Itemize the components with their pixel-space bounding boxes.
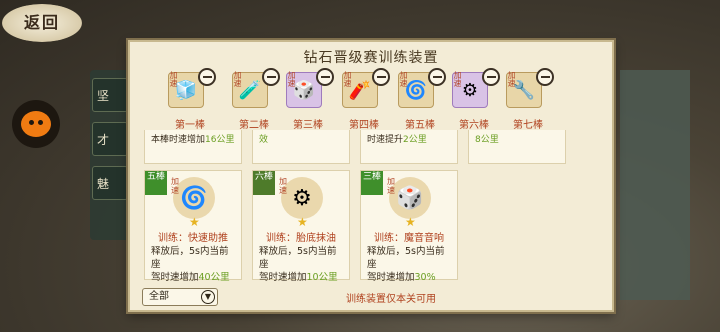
- card-desc: 时速提升: [367, 135, 404, 145]
- training-device-panel: 钻石晋级赛训练装置 🧊 加速 第一棒 🧪 加速 第二棒 🎲 加速 第三棒 🧨 加…: [128, 40, 614, 312]
- slot-6[interactable]: ⚙ 加速 第六棒: [448, 68, 504, 132]
- card-desc-line: 释放后，5s内当前座: [151, 246, 229, 270]
- equipped-slots: 🧊 加速 第一棒 🧪 加速 第二棒 🎲 加速 第三棒 🧨 加速 第四棒 🌀 加速: [142, 68, 604, 132]
- remove-slot-button[interactable]: [316, 68, 334, 86]
- card-partial[interactable]: 8公里: [468, 130, 566, 164]
- slot-5[interactable]: 🌀 加速 第五棒: [394, 68, 450, 132]
- slot-tag: 加速: [287, 71, 296, 87]
- card-desc: 释放后，5s内当前座 驾时速增加40公里: [151, 245, 237, 284]
- card-tag: 加速: [387, 177, 395, 195]
- device-card[interactable]: 六棒 ⚙ 加速 ★ 训练：胎底抹油 释放后，5s内当前座 驾时速增加10公里: [252, 170, 350, 283]
- card-value: 2公里: [403, 135, 427, 145]
- device-card[interactable]: 五棒 🌀 加速 ★ 训练：快速助推 释放后，5s内当前座 驾时速增加40公里: [144, 170, 242, 283]
- slot-tag: 加速: [399, 71, 408, 87]
- card-name: 训练：胎底抹油: [266, 233, 336, 244]
- card-value: 8公里: [475, 135, 499, 145]
- device-card-grid: 本棒时速增加16公里 效 时速提升2公里 8公里 五棒 🌀 加速 ★ 训练：快速…: [142, 130, 604, 284]
- slot-label: 第一棒: [175, 120, 205, 131]
- card-name: 训练：快速助推: [158, 233, 228, 244]
- remove-slot-button[interactable]: [262, 68, 280, 86]
- slot-label: 第五棒: [405, 120, 435, 131]
- baton-ribbon: 五棒: [145, 171, 167, 195]
- filter-selected: 全部: [149, 291, 169, 302]
- footer-note: 训练装置仅本关可用: [346, 294, 436, 305]
- slot-tag: 加速: [507, 71, 516, 87]
- card-value: 效: [259, 135, 269, 145]
- card-tag: 加速: [279, 177, 287, 195]
- card-desc-line: 驾时速增加: [151, 272, 199, 283]
- chevron-down-icon: ▼: [201, 290, 215, 304]
- panel-title: 钻石晋级赛训练装置: [303, 50, 439, 66]
- card-tag: 加速: [171, 177, 179, 195]
- device-card[interactable]: 三棒 🎲 加速 ★ 训练：魔音音响 释放后，5s内当前座 驾时速增加30%: [360, 170, 458, 283]
- slot-tag: 加速: [343, 71, 352, 87]
- star-icon: ★: [405, 215, 416, 229]
- slot-tag: 加速: [233, 71, 242, 87]
- slot-2[interactable]: 🧪 加速 第二棒: [228, 68, 284, 132]
- card-desc: 本棒时速增加: [151, 135, 206, 145]
- background-menu-item: 坚: [92, 78, 128, 112]
- card-partial[interactable]: 时速提升2公里: [360, 130, 458, 164]
- background-menu-item: 魅: [92, 166, 128, 200]
- card-desc-line: 释放后，5s内当前座: [259, 246, 337, 270]
- slot-label: 第六棒: [459, 120, 489, 131]
- card-partial[interactable]: 效: [252, 130, 350, 164]
- slot-label: 第二棒: [239, 120, 269, 131]
- card-desc-line: 释放后，5s内当前座: [367, 246, 445, 270]
- back-button[interactable]: 返回: [2, 4, 82, 42]
- slot-label: 第四棒: [349, 120, 379, 131]
- slot-label: 第七棒: [513, 120, 543, 131]
- card-desc-line: 驾时速增加: [259, 272, 307, 283]
- card-desc: 释放后，5s内当前座 驾时速增加10公里: [259, 245, 345, 284]
- remove-slot-button[interactable]: [536, 68, 554, 86]
- card-value: 30%: [414, 272, 436, 283]
- slot-1[interactable]: 🧊 加速 第一棒: [164, 68, 220, 132]
- remove-slot-button[interactable]: [428, 68, 446, 86]
- slot-3[interactable]: 🎲 加速 第三棒: [282, 68, 338, 132]
- background-menu-item: 才: [92, 122, 128, 156]
- card-desc-line: 驾时速增加: [367, 272, 415, 283]
- card-desc: 释放后，5s内当前座 驾时速增加30%: [367, 245, 453, 284]
- card-value: 10公里: [306, 272, 338, 283]
- star-icon: ★: [189, 215, 200, 229]
- slot-label: 第三棒: [293, 120, 323, 131]
- card-value: 16公里: [205, 135, 235, 145]
- card-name: 训练：魔音音响: [374, 233, 444, 244]
- slot-7[interactable]: 🔧 加速 第七棒: [502, 68, 558, 132]
- pumpkin-icon[interactable]: [12, 100, 60, 148]
- remove-slot-button[interactable]: [482, 68, 500, 86]
- background-right-panel: [620, 70, 690, 300]
- filter-dropdown[interactable]: 全部 ▼: [142, 288, 218, 306]
- baton-ribbon: 六棒: [253, 171, 275, 195]
- slot-tag: 加速: [169, 71, 178, 87]
- card-partial[interactable]: 本棒时速增加16公里: [144, 130, 242, 164]
- slot-4[interactable]: 🧨 加速 第四棒: [338, 68, 394, 132]
- remove-slot-button[interactable]: [198, 68, 216, 86]
- slot-tag: 加速: [453, 71, 462, 87]
- card-value: 40公里: [198, 272, 230, 283]
- remove-slot-button[interactable]: [372, 68, 390, 86]
- star-icon: ★: [297, 215, 308, 229]
- baton-ribbon: 三棒: [361, 171, 383, 195]
